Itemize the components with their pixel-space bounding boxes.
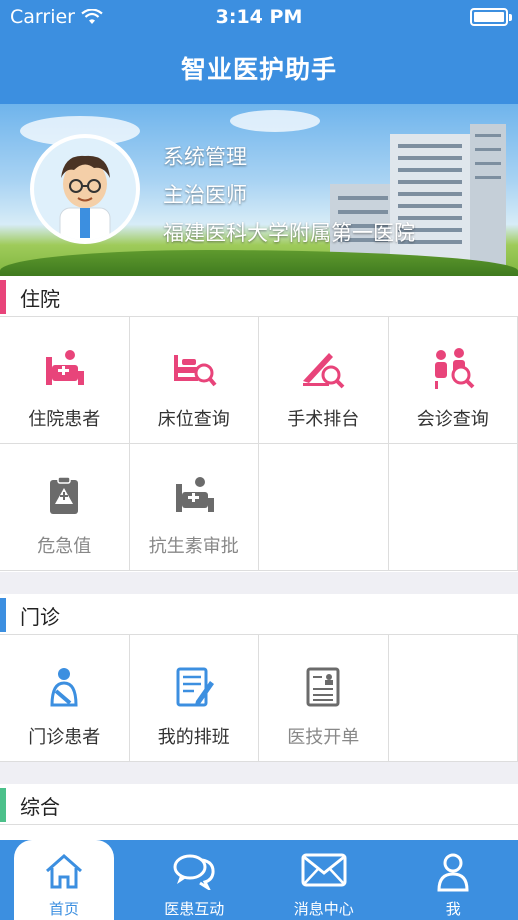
- tab-home[interactable]: 首页: [14, 840, 114, 920]
- menu-item-label: 住院患者: [28, 409, 101, 430]
- menu-item-outpatient-patients[interactable]: 门诊患者: [0, 635, 130, 762]
- outpatient-icon: [50, 668, 78, 707]
- mail-icon: [301, 853, 347, 887]
- menu-item-my-schedule[interactable]: 我的排班: [129, 635, 259, 762]
- tab-messages[interactable]: 消息中心: [259, 840, 389, 920]
- outpatient-grid: 门诊患者 我的排班 医技开单: [0, 634, 518, 762]
- chat-icon: [173, 854, 215, 890]
- surgery-icon: [303, 353, 345, 389]
- menu-item-label: 医技开单: [287, 727, 360, 748]
- status-bar: Carrier 3:14 PM: [0, 0, 518, 34]
- user-icon: [437, 853, 469, 892]
- section-accent-bar: [0, 598, 6, 632]
- empty-cell: [388, 635, 518, 762]
- consultation-icon: [434, 348, 475, 389]
- menu-item-label: 抗生素审批: [148, 536, 239, 557]
- top-bar: Carrier 3:14 PM 智业医护助手: [0, 0, 518, 104]
- inpatient-grid: 住院患者 床位查询 手术排台 会诊查询 危急值 抗生素审批: [0, 316, 518, 572]
- section-accent-bar: [0, 788, 6, 822]
- menu-item-consultation[interactable]: 会诊查询: [388, 317, 518, 444]
- empty-cell: [259, 444, 389, 571]
- menu-item-critical-value[interactable]: 危急值: [0, 444, 130, 571]
- section-accent-bar: [0, 280, 6, 314]
- tab-label: 医患互动: [164, 900, 225, 918]
- critical-value-icon: [50, 476, 79, 514]
- menu-item-label: 手术排台: [287, 409, 360, 430]
- section-title: 门诊: [20, 605, 60, 629]
- menu-item-surgery-schedule[interactable]: 手术排台: [259, 317, 389, 444]
- schedule-icon: [176, 667, 214, 707]
- section-title: 综合: [20, 795, 60, 819]
- avatar[interactable]: [30, 134, 140, 244]
- user-role: 系统管理: [163, 145, 247, 169]
- page-title: 智业医护助手: [180, 55, 337, 84]
- user-hospital: 福建医科大学附属第一医院: [163, 221, 415, 245]
- menu-item-bed-search[interactable]: 床位查询: [129, 317, 259, 444]
- battery-icon: [470, 8, 512, 26]
- profile-banner: 系统管理 主治医师 福建医科大学附属第一医院: [0, 104, 518, 276]
- menu-item-antibiotic-approval[interactable]: 抗生素审批: [129, 444, 259, 571]
- menu-item-inpatient-patients[interactable]: 住院患者: [0, 317, 130, 444]
- section-outpatient-header: 门诊: [0, 594, 518, 634]
- clock: 3:14 PM: [215, 6, 303, 28]
- tab-bar: 首页 医患互动 消息中心 我: [0, 840, 518, 920]
- order-document-icon: [306, 667, 340, 707]
- section-title: 住院: [20, 287, 60, 311]
- tab-label: 首页: [48, 900, 79, 918]
- user-title: 主治医师: [163, 183, 247, 207]
- menu-item-label: 危急值: [37, 536, 92, 557]
- menu-item-label: 床位查询: [157, 409, 230, 430]
- menu-item-label: 我的排班: [157, 727, 230, 748]
- menu-item-label: 会诊查询: [416, 409, 489, 430]
- home-icon: [46, 853, 82, 889]
- user-info: 系统管理 主治医师 福建医科大学附属第一医院: [163, 138, 415, 252]
- bed-search-icon: [173, 355, 217, 387]
- inpatient-bed-icon: [46, 350, 85, 385]
- menu-item-medical-order[interactable]: 医技开单: [259, 635, 389, 762]
- tab-label: 消息中心: [293, 900, 354, 918]
- tab-me[interactable]: 我: [389, 840, 518, 920]
- section-inpatient-header: 住院: [0, 276, 518, 316]
- antibiotic-approval-icon: [175, 477, 214, 512]
- tab-doctor-patient[interactable]: 医患互动: [130, 840, 260, 920]
- tab-label: 我: [445, 900, 461, 918]
- section-general-header: 综合: [0, 784, 518, 824]
- empty-cell: [388, 444, 518, 571]
- menu-item-label: 门诊患者: [28, 727, 101, 748]
